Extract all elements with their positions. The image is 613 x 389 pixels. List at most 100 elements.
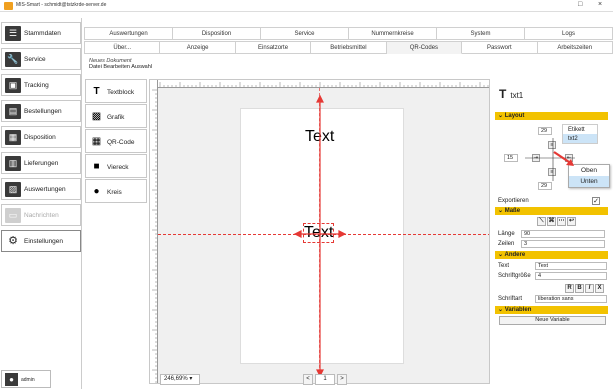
tool-label: Kreis: [107, 189, 122, 196]
tab-einsatzorte[interactable]: Einsatzorte: [235, 41, 312, 54]
tool-label: Textblock: [107, 89, 135, 96]
schriftart-value: liberation sans: [538, 296, 574, 302]
document-header: Neues Dokument Datei Bearbeiten Auswahl: [89, 58, 152, 70]
minimize-button[interactable]: □: [578, 1, 582, 8]
tool-viereck[interactable]: ■ Viereck: [85, 154, 147, 178]
align-spread-button[interactable]: ⋯: [557, 217, 566, 226]
next-page-button[interactable]: >: [337, 374, 347, 385]
sidebar-item-label: Bestellungen: [24, 108, 62, 115]
align-center-button[interactable]: ⌘: [547, 217, 556, 226]
format-bold-button[interactable]: B: [575, 284, 584, 293]
sidebar-item-bestellungen[interactable]: ▤ Bestellungen: [1, 100, 81, 122]
prev-page-button[interactable]: <: [303, 374, 313, 385]
text-select[interactable]: Text: [535, 262, 607, 270]
gear-icon: ⚙: [5, 234, 21, 249]
menu-option-unten[interactable]: Unten: [569, 176, 609, 187]
section-layout-label: Layout: [504, 113, 525, 119]
sidebar-item-disposition[interactable]: ▦ Disposition: [1, 126, 81, 148]
section-masse[interactable]: ⌄ Maße: [495, 207, 608, 215]
tab-system[interactable]: System: [437, 27, 525, 40]
section-variablen-label: Variablen: [504, 307, 532, 313]
tool-textblock[interactable]: T Textblock: [85, 79, 147, 103]
sidebar-item-service[interactable]: 🔧 Service: [1, 48, 81, 70]
text-label: Text: [498, 263, 510, 269]
document-menubar: Datei Bearbeiten Auswahl: [89, 64, 152, 70]
zeilen-input[interactable]: 3: [521, 240, 605, 248]
design-canvas[interactable]: Text Text: [149, 79, 490, 384]
sidebar-item-stammdaten[interactable]: ☰ Stammdaten: [1, 22, 81, 44]
format-clear-button[interactable]: X: [595, 284, 604, 293]
section-variablen[interactable]: ⌄ Variablen: [495, 306, 608, 314]
settings-tabs-secondary: Über... Anzeige Einsatzorte Betriebsmitt…: [84, 41, 613, 54]
exportieren-checkbox[interactable]: ✓: [592, 197, 600, 205]
sidebar-item-label: Einstellungen: [24, 238, 64, 245]
tab-passwort[interactable]: Passwort: [462, 41, 538, 54]
sidebar-item-label: Auswertungen: [24, 186, 66, 193]
page-navigation: < 1 >: [303, 374, 347, 385]
format-italic-button[interactable]: I: [585, 284, 594, 293]
sidebar-item-einstellungen[interactable]: ⚙ Einstellungen: [1, 230, 81, 252]
return-icon[interactable]: ↩: [567, 217, 576, 226]
tab-qr-codes[interactable]: QR-Codes: [386, 41, 463, 54]
anchor-option-etikett[interactable]: Etikett: [563, 125, 597, 134]
tab-anzeige[interactable]: Anzeige: [160, 41, 236, 54]
user-name: admin: [21, 377, 35, 383]
tool-qr-code[interactable]: ▦ QR-Code: [85, 129, 147, 153]
page-number-input[interactable]: 1: [315, 374, 335, 385]
sidebar-item-auswertungen[interactable]: ▨ Auswertungen: [1, 178, 81, 200]
settings-tabs-primary: Auswertungen Disposition Service Nummern…: [84, 27, 613, 40]
section-andere[interactable]: ⌄ Andere: [495, 251, 608, 259]
tab-auswertungen[interactable]: Auswertungen: [84, 27, 173, 40]
tab-betriebsmittel[interactable]: Betriebsmittel: [311, 41, 387, 54]
chart-icon: ▨: [5, 182, 21, 197]
schriftart-select[interactable]: liberation sans: [535, 295, 607, 303]
close-button[interactable]: ×: [598, 1, 602, 8]
tab-arbeitszeiten[interactable]: Arbeitszeiten: [537, 41, 613, 54]
sidebar-item-label: Disposition: [24, 134, 56, 141]
sidebar-item-label: Stammdaten: [24, 30, 61, 37]
exportieren-label: Exportieren: [498, 198, 529, 204]
menu-datei[interactable]: Datei: [89, 64, 102, 70]
tab-logs[interactable]: Logs: [525, 27, 613, 40]
image-tool-icon: ▩: [91, 111, 102, 122]
schriftgroesse-input[interactable]: 4: [535, 272, 607, 280]
tool-label: Grafik: [107, 114, 125, 121]
tab-service[interactable]: Service: [261, 27, 349, 40]
sidebar-item-nachrichten[interactable]: ▭ Nachrichten: [1, 204, 81, 226]
sidebar-item-label: Tracking: [24, 82, 49, 89]
list-icon: ☰: [5, 26, 21, 41]
tool-grafik[interactable]: ▩ Grafik: [85, 104, 147, 128]
laenge-input[interactable]: 90: [521, 230, 605, 238]
schriftgroesse-label: Schriftgröße: [498, 273, 531, 279]
schriftart-label: Schriftart: [498, 296, 523, 302]
wrench-icon: 🔧: [5, 52, 21, 67]
zoom-value: 246,69%: [164, 376, 188, 382]
properties-panel: Ttxt1 ⌄ Layout 29 Etikett txt2 ≡ 15 ⇥ ⇤ …: [495, 79, 610, 379]
tool-label: Viereck: [107, 164, 129, 171]
format-regular-button[interactable]: R: [565, 284, 574, 293]
tool-palette: T Textblock ▩ Grafik ▦ QR-Code ■ Viereck…: [85, 79, 147, 379]
sidebar-item-lieferungen[interactable]: ▥ Lieferungen: [1, 152, 81, 174]
tab-nummernkreise[interactable]: Nummernkreise: [349, 27, 437, 40]
window-titlebar: MIS-Smart - schmidt@tstzkrde-server.de □…: [0, 0, 613, 12]
delivery-icon: ▥: [5, 156, 21, 171]
section-layout[interactable]: ⌄ Layout: [495, 112, 608, 120]
tab-disposition[interactable]: Disposition: [173, 27, 261, 40]
sidebar-item-label: Lieferungen: [24, 160, 59, 167]
tool-kreis[interactable]: ● Kreis: [85, 179, 147, 203]
tab-ueber[interactable]: Über...: [84, 41, 161, 54]
tool-label: QR-Code: [107, 139, 135, 146]
user-button[interactable]: ● admin: [1, 370, 51, 388]
sidebar-item-tracking[interactable]: ▣ Tracking: [1, 74, 81, 96]
menu-auswahl[interactable]: Auswahl: [131, 64, 152, 70]
menu-bearbeiten[interactable]: Bearbeiten: [103, 64, 130, 70]
layout-top-input[interactable]: 29: [538, 127, 552, 135]
truck-icon: ▣: [5, 78, 21, 93]
new-variable-button[interactable]: Neue Variable: [499, 316, 606, 325]
text-element-icon: T: [499, 87, 507, 101]
text-tool-icon: T: [93, 86, 100, 97]
calendar-icon: ▦: [5, 130, 21, 145]
zoom-select[interactable]: 246,69% ▾: [160, 374, 200, 385]
align-left-button[interactable]: ⟍: [537, 217, 546, 226]
layout-left-input[interactable]: 15: [504, 154, 518, 162]
